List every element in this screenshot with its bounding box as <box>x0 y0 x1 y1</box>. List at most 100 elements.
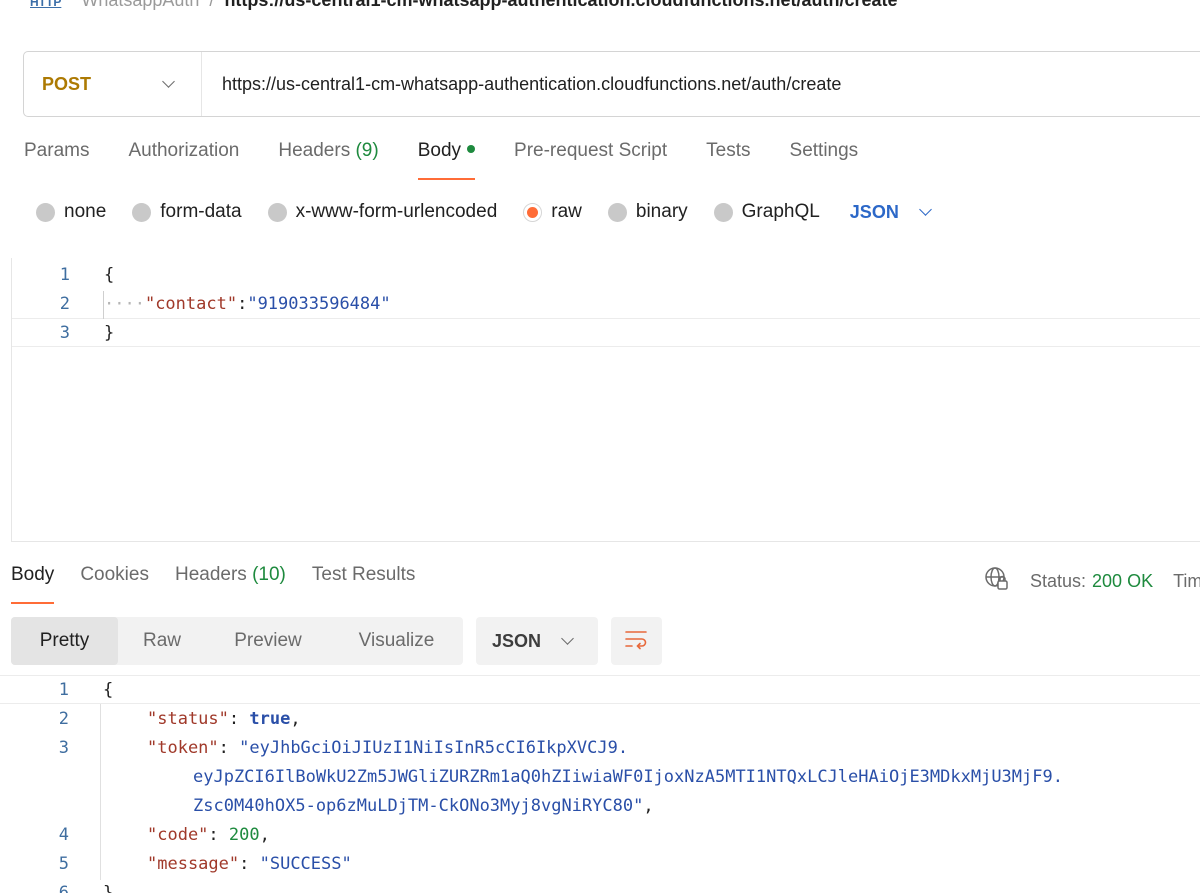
response-view-toggle: Pretty Raw Preview Visualize <box>11 617 463 665</box>
response-headers-count: (10) <box>252 564 286 585</box>
radio-circle[interactable] <box>132 202 152 222</box>
line-number: 6 <box>58 882 69 893</box>
radio-none[interactable]: none <box>36 201 106 223</box>
chevron-down-icon <box>561 632 574 645</box>
url-bar: POST <box>23 51 1200 117</box>
request-body-editor[interactable]: 1 { 2 ····"contact":"919033596484" 3 } <box>11 258 1200 542</box>
code-line: 4 "code": 200, <box>0 820 1200 849</box>
code-text: "status": true, <box>147 708 301 729</box>
line-number: 1 <box>58 679 69 700</box>
radio-circle[interactable] <box>36 202 55 222</box>
code-text: { <box>104 264 115 285</box>
code-line: 5 "message": "SUCCESS" <box>0 849 1200 878</box>
breadcrumb-request-name[interactable]: https://us-central1-cm-whatsapp-authenti… <box>224 0 897 11</box>
json-value: Zsc0M40hOX5-op6zMuLDjTM-CkONo3Myj8vgNiRY… <box>193 795 644 816</box>
line-number: 2 <box>58 708 69 729</box>
body-type-options: none form-data x-www-form-urlencoded raw… <box>36 200 932 224</box>
line-number: 4 <box>58 824 69 845</box>
view-pretty[interactable]: Pretty <box>11 617 118 665</box>
response-tab-body[interactable]: Body <box>11 564 55 604</box>
code-line-wrapped: eyJpZCI6IlBoWkU2Zm5JWGliZURZRm1aQ0hZIiwi… <box>0 762 1200 791</box>
tab-settings[interactable]: Settings <box>790 140 859 180</box>
status-label: Status: <box>1030 571 1087 591</box>
http-request-icon: HTTP <box>30 0 62 9</box>
code-line-active: 1 { <box>0 675 1200 704</box>
request-tabs: Params Authorization Headers (9) Body Pr… <box>24 140 897 182</box>
tab-pre-request-script[interactable]: Pre-request Script <box>514 140 667 180</box>
radio-graphql[interactable]: GraphQL <box>713 201 820 223</box>
code-text: "code": 200, <box>147 824 270 845</box>
radio-circle[interactable] <box>267 202 287 222</box>
wrap-lines-button[interactable] <box>611 617 662 665</box>
body-format-select[interactable]: JSON <box>850 202 932 223</box>
breadcrumb-collection[interactable]: WhatsappAuth <box>81 0 199 11</box>
code-line-active: 3 } <box>12 318 1200 347</box>
code-line: 3 "token": "eyJhbGciOiJIUzI1NiIsInR5cCI6… <box>0 733 1200 762</box>
code-text: } <box>103 882 114 893</box>
indent-guide <box>103 291 104 319</box>
tab-body[interactable]: Body <box>417 140 476 180</box>
headers-count: (9) <box>355 140 379 161</box>
line-number: 5 <box>58 853 69 874</box>
code-text: "token": "eyJhbGciOiJIUzI1NiIsInR5cCI6Ik… <box>147 737 629 758</box>
tab-authorization[interactable]: Authorization <box>128 140 239 180</box>
view-visualize[interactable]: Visualize <box>330 617 463 665</box>
json-value: "919033596484" <box>247 293 391 314</box>
response-tabs: Body Cookies Headers (10) Test Results <box>11 564 441 604</box>
radio-raw[interactable]: raw <box>523 201 582 223</box>
tab-tests[interactable]: Tests <box>706 140 750 180</box>
response-tab-cookies[interactable]: Cookies <box>80 564 149 604</box>
breadcrumb: HTTP WhatsappAuth / https://us-central1-… <box>30 0 898 12</box>
json-key: "status" <box>147 708 229 729</box>
chevron-down-icon <box>162 75 175 88</box>
radio-urlencoded[interactable]: x-www-form-urlencoded <box>267 201 497 223</box>
line-number: 3 <box>58 737 69 758</box>
json-key: "contact" <box>144 293 238 314</box>
view-raw[interactable]: Raw <box>118 617 206 665</box>
chevron-down-icon <box>918 203 932 216</box>
line-number: 3 <box>59 322 70 343</box>
radio-circle-checked[interactable] <box>523 202 543 222</box>
globe-lock-icon[interactable] <box>984 566 1010 597</box>
json-key: "code" <box>147 824 209 845</box>
code-line: 1 { <box>12 260 1200 289</box>
line-number: 1 <box>59 264 70 285</box>
json-value: "eyJhbGciOiJIUzI1NiIsInR5cCI6IkpXVCJ9. <box>239 737 629 758</box>
method-label: POST <box>42 73 92 94</box>
json-value: true <box>249 708 291 729</box>
response-tab-test-results[interactable]: Test Results <box>312 564 415 604</box>
method-select[interactable]: POST <box>24 52 202 116</box>
json-key: "message" <box>147 853 240 874</box>
code-line: 2 "status": true, <box>0 704 1200 733</box>
tab-headers[interactable]: Headers (9) <box>278 140 378 180</box>
wrap-lines-icon <box>624 628 650 655</box>
breadcrumb-separator: / <box>209 0 214 11</box>
line-number: 2 <box>59 293 70 314</box>
code-line-wrapped: Zsc0M40hOX5-op6zMuLDjTM-CkONo3Myj8vgNiRY… <box>0 791 1200 820</box>
response-tab-headers[interactable]: Headers (10) <box>175 564 286 604</box>
json-value: eyJpZCI6IlBoWkU2Zm5JWGliZURZRm1aQ0hZIiwi… <box>193 766 1063 787</box>
code-text: eyJpZCI6IlBoWkU2Zm5JWGliZURZRm1aQ0hZIiwi… <box>193 767 1063 787</box>
view-preview[interactable]: Preview <box>206 617 330 665</box>
radio-circle[interactable] <box>607 202 627 222</box>
json-key: "token" <box>147 737 219 758</box>
response-format-select[interactable]: JSON <box>476 617 598 665</box>
radio-circle[interactable] <box>713 202 733 222</box>
code-text: "message": "SUCCESS" <box>147 853 352 874</box>
code-line: 2 ····"contact":"919033596484" <box>12 289 1200 318</box>
code-text: } <box>104 322 115 343</box>
json-value: 200 <box>228 824 260 845</box>
radio-form-data[interactable]: form-data <box>132 201 242 223</box>
response-body-viewer[interactable]: 1 { 2 "status": true, 3 "token": "eyJhbG… <box>0 675 1200 893</box>
time-label: Tim <box>1173 571 1200 591</box>
body-indicator-dot <box>467 144 476 153</box>
status-value[interactable]: 200 OK <box>1092 571 1153 592</box>
url-input[interactable] <box>222 73 1122 95</box>
code-text: { <box>103 679 114 700</box>
json-value: "SUCCESS" <box>259 853 352 874</box>
tab-params[interactable]: Params <box>24 140 89 180</box>
code-text: ····"contact":"919033596484" <box>104 293 391 314</box>
radio-binary[interactable]: binary <box>607 201 688 223</box>
code-text: Zsc0M40hOX5-op6zMuLDjTM-CkONo3Myj8vgNiRY… <box>193 795 654 816</box>
code-line: 6 } <box>0 878 1200 893</box>
